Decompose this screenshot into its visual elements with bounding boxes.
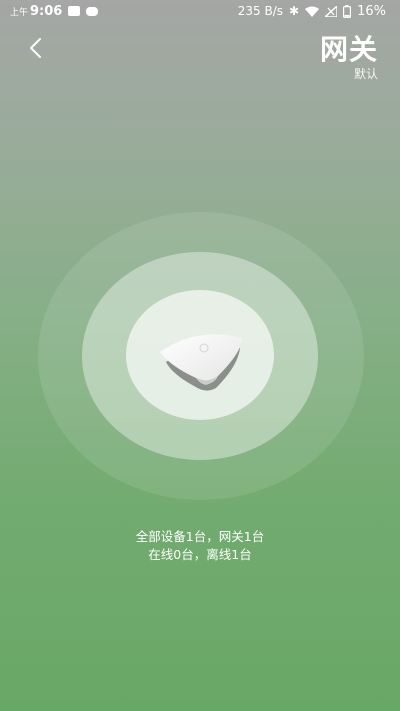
chevron-left-icon (30, 38, 41, 58)
message-icon (86, 6, 99, 16)
battery-icon (343, 4, 352, 18)
device-summary: 全部设备1台，网关1台 在线0台，离线1台 (0, 528, 400, 564)
gateway-device-icon (160, 334, 242, 391)
radar-ring-middle (82, 252, 318, 460)
page-title: 网关 (319, 33, 378, 66)
gateway-group-label[interactable]: 默认 (354, 65, 378, 82)
radar-display (0, 0, 400, 711)
status-left: 上午 9:06 (10, 3, 99, 19)
signal-icon (325, 5, 338, 17)
radar-ring-outer (38, 212, 364, 500)
radar-ring-inner (126, 290, 274, 420)
status-right: 235 B/s ✱ 16% (238, 4, 386, 19)
status-time: 9:06 (30, 3, 63, 19)
summary-status: 在线0台，离线1台 (148, 547, 252, 562)
status-bar: 上午 9:06 235 B/s ✱ 16% (0, 0, 400, 22)
network-speed: 235 B/s (237, 4, 284, 18)
back-button[interactable] (22, 34, 50, 62)
bluetooth-icon: ✱ (289, 4, 300, 18)
battery-level: 16% (357, 3, 386, 19)
summary-total: 全部设备1台，网关1台 (135, 529, 265, 544)
image-icon (68, 6, 81, 16)
wifi-icon (305, 6, 320, 17)
status-period: 上午 (10, 7, 29, 18)
